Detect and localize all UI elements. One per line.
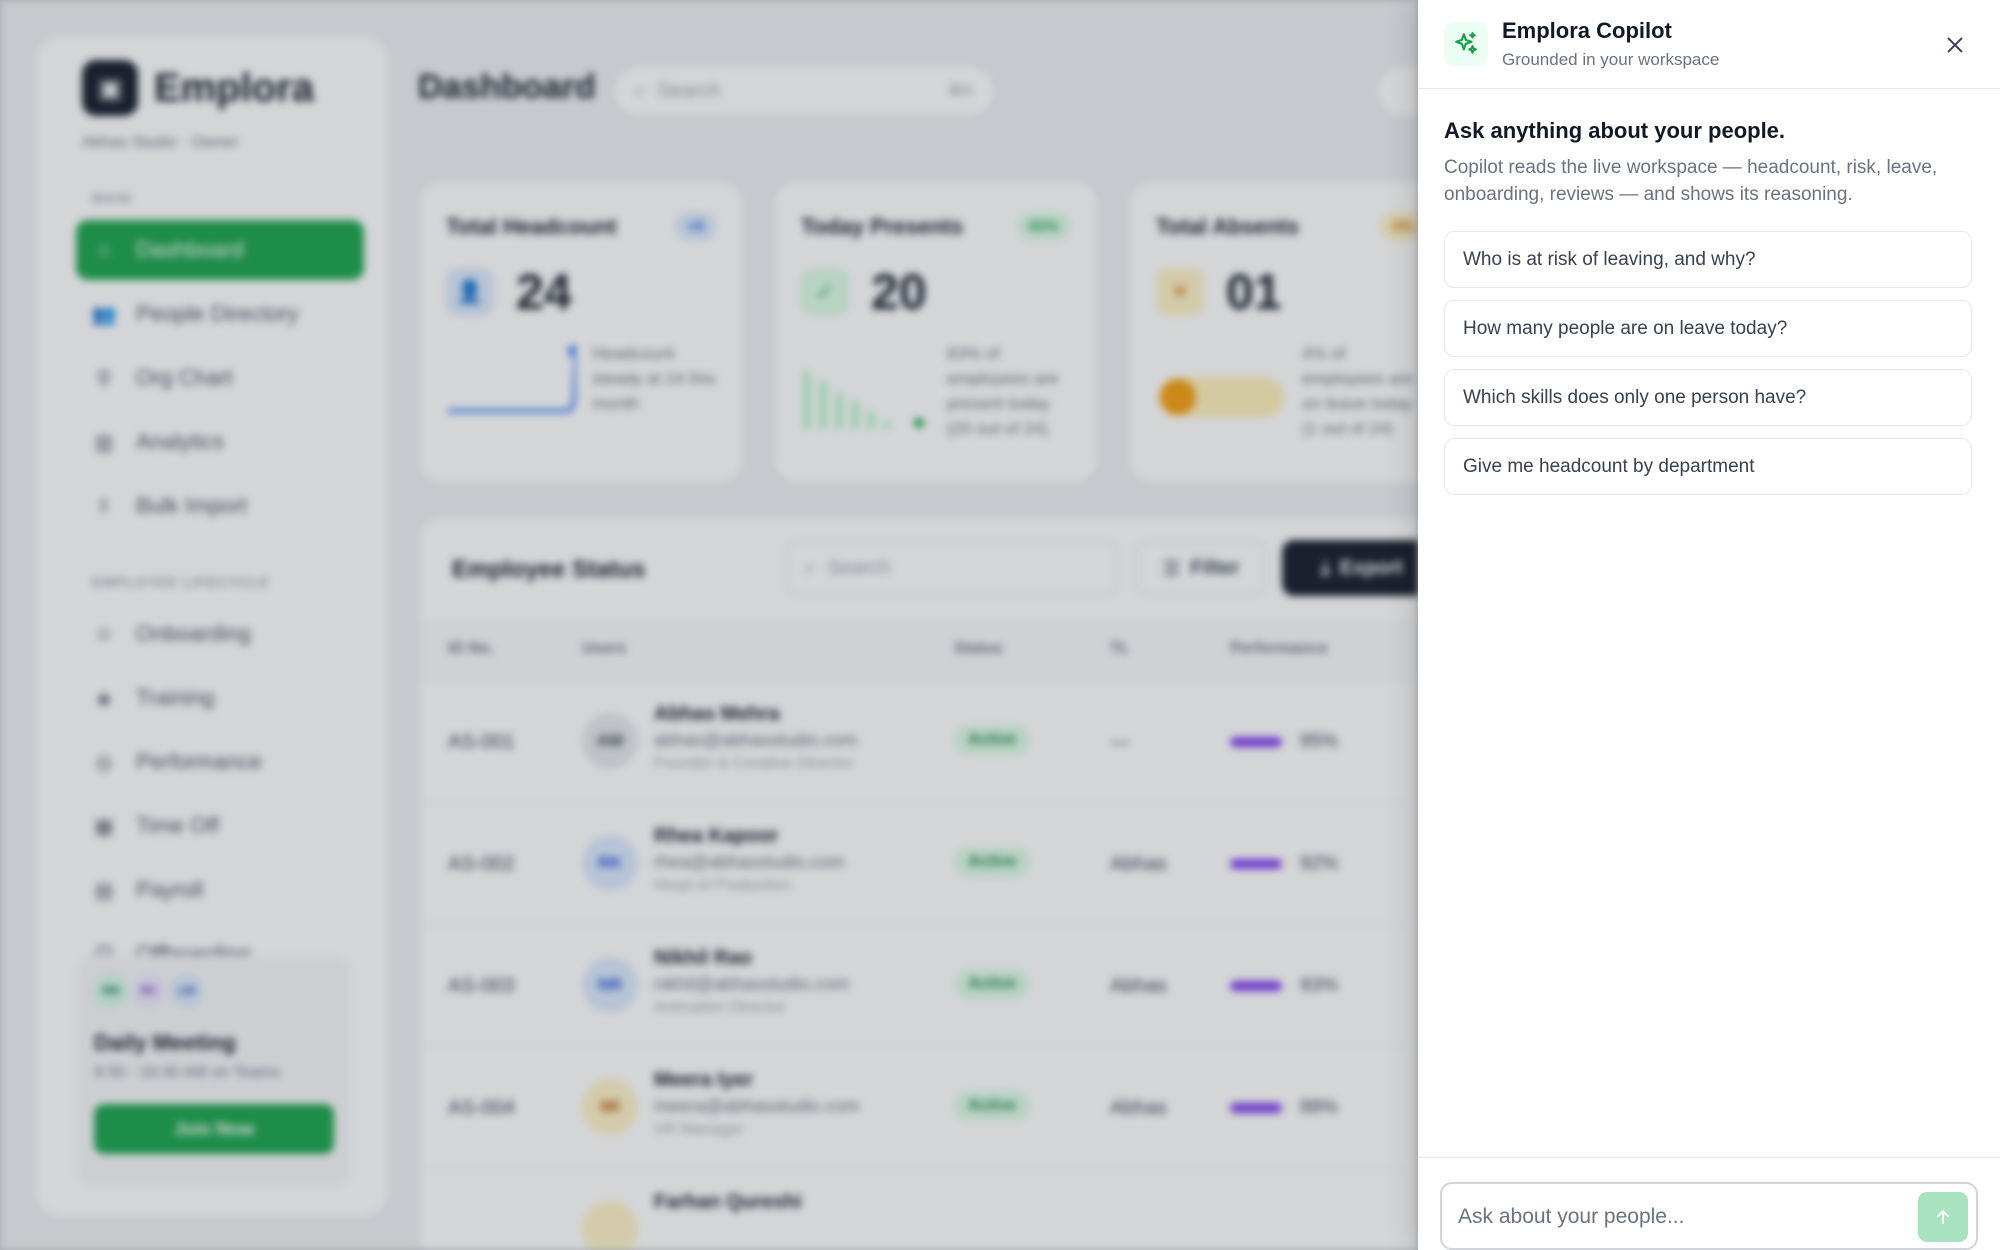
copilot-description: Copilot reads the live workspace — headc… [1444, 157, 1938, 205]
copilot-question-input[interactable] [1458, 1194, 1898, 1240]
copilot-heading: Ask anything about your people. [1444, 118, 1786, 143]
copilot-drawer: Emplora Copilot Grounded in your workspa… [1418, 0, 2000, 1250]
send-button[interactable] [1918, 1192, 1968, 1242]
sparkle-icon [1444, 22, 1488, 66]
suggestion-headcount-by-department[interactable]: Give me headcount by department [1444, 438, 1972, 495]
copilot-header: Emplora Copilot Grounded in your workspa… [1418, 0, 2000, 89]
close-icon[interactable] [1938, 28, 1972, 62]
composer-box [1440, 1182, 1978, 1250]
suggestion-risk-of-leaving[interactable]: Who is at risk of leaving, and why? [1444, 231, 1972, 288]
copilot-title: Emplora Copilot [1502, 18, 1672, 43]
suggestion-list: Who is at risk of leaving, and why? How … [1444, 231, 1972, 507]
arrow-up-icon [1937, 1210, 1949, 1224]
suggestion-single-owner-skills[interactable]: Which skills does only one person have? [1444, 369, 1972, 426]
suggestion-on-leave-today[interactable]: How many people are on leave today? [1444, 300, 1972, 357]
copilot-composer [1418, 1157, 2000, 1250]
copilot-subtitle: Grounded in your workspace [1502, 50, 1720, 69]
modal-backdrop[interactable] [0, 0, 1418, 1250]
